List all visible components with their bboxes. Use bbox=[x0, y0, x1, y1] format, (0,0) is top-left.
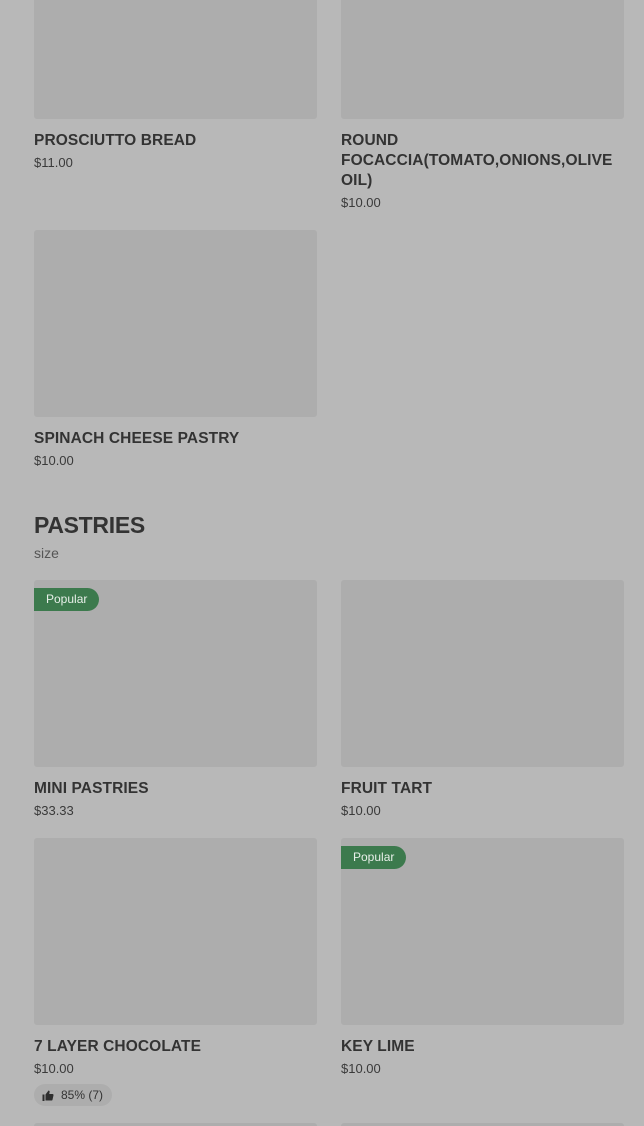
menu-item-card[interactable]: Popular KEY LIME $10.00 bbox=[341, 838, 624, 1078]
popular-badge: Popular bbox=[34, 588, 100, 611]
rating-text: 85% (7) bbox=[61, 1088, 104, 1102]
popular-badge: Popular bbox=[341, 846, 407, 869]
menu-item-card[interactable]: FRUIT TART $10.00 bbox=[341, 580, 624, 820]
item-name[interactable]: FRUIT TART bbox=[341, 779, 624, 799]
item-image[interactable] bbox=[34, 230, 317, 417]
rating-pill: 85% (7) bbox=[34, 1084, 113, 1106]
section-title: PASTRIES bbox=[34, 512, 145, 538]
menu-item-card[interactable]: PROSCIUTTO BREAD $11.00 bbox=[34, 0, 317, 172]
thumbs-up-icon bbox=[42, 1090, 54, 1101]
item-image[interactable] bbox=[34, 0, 317, 119]
menu-item-card[interactable]: ROUND FOCACCIA(TOMATO,ONIONS,OLIVE OIL) … bbox=[341, 0, 624, 212]
item-image[interactable]: Popular bbox=[341, 838, 624, 1025]
item-image[interactable] bbox=[34, 838, 317, 1025]
item-image[interactable] bbox=[341, 0, 624, 119]
menu-item-card[interactable]: SPINACH CHEESE PASTRY $10.00 bbox=[34, 230, 317, 470]
item-name[interactable]: KEY LIME bbox=[341, 1037, 624, 1057]
item-price: $10.00 bbox=[34, 453, 74, 468]
item-name[interactable]: MINI PASTRIES bbox=[34, 779, 317, 799]
item-price: $10.00 bbox=[34, 1061, 74, 1076]
item-price: $10.00 bbox=[341, 803, 381, 818]
item-price: $10.00 bbox=[341, 1061, 381, 1076]
menu-item-card[interactable]: Popular MINI PASTRIES $33.33 bbox=[34, 580, 317, 820]
section-subtitle: size bbox=[34, 545, 59, 561]
menu-item-card[interactable]: 7 LAYER CHOCOLATE $10.00 85% (7) bbox=[34, 838, 317, 1106]
item-name[interactable]: 7 LAYER CHOCOLATE bbox=[34, 1037, 317, 1057]
item-name[interactable]: SPINACH CHEESE PASTRY bbox=[34, 429, 317, 449]
menu-page: PROSCIUTTO BREAD $11.00 ROUND FOCACCIA(T… bbox=[0, 0, 644, 1126]
item-price: $10.00 bbox=[341, 195, 381, 210]
item-price: $11.00 bbox=[34, 155, 73, 170]
item-name[interactable]: PROSCIUTTO BREAD bbox=[34, 131, 317, 151]
item-image[interactable] bbox=[341, 580, 624, 767]
item-image[interactable]: Popular bbox=[34, 580, 317, 767]
item-price: $33.33 bbox=[34, 803, 74, 818]
item-name[interactable]: ROUND FOCACCIA(TOMATO,ONIONS,OLIVE OIL) bbox=[341, 131, 624, 191]
